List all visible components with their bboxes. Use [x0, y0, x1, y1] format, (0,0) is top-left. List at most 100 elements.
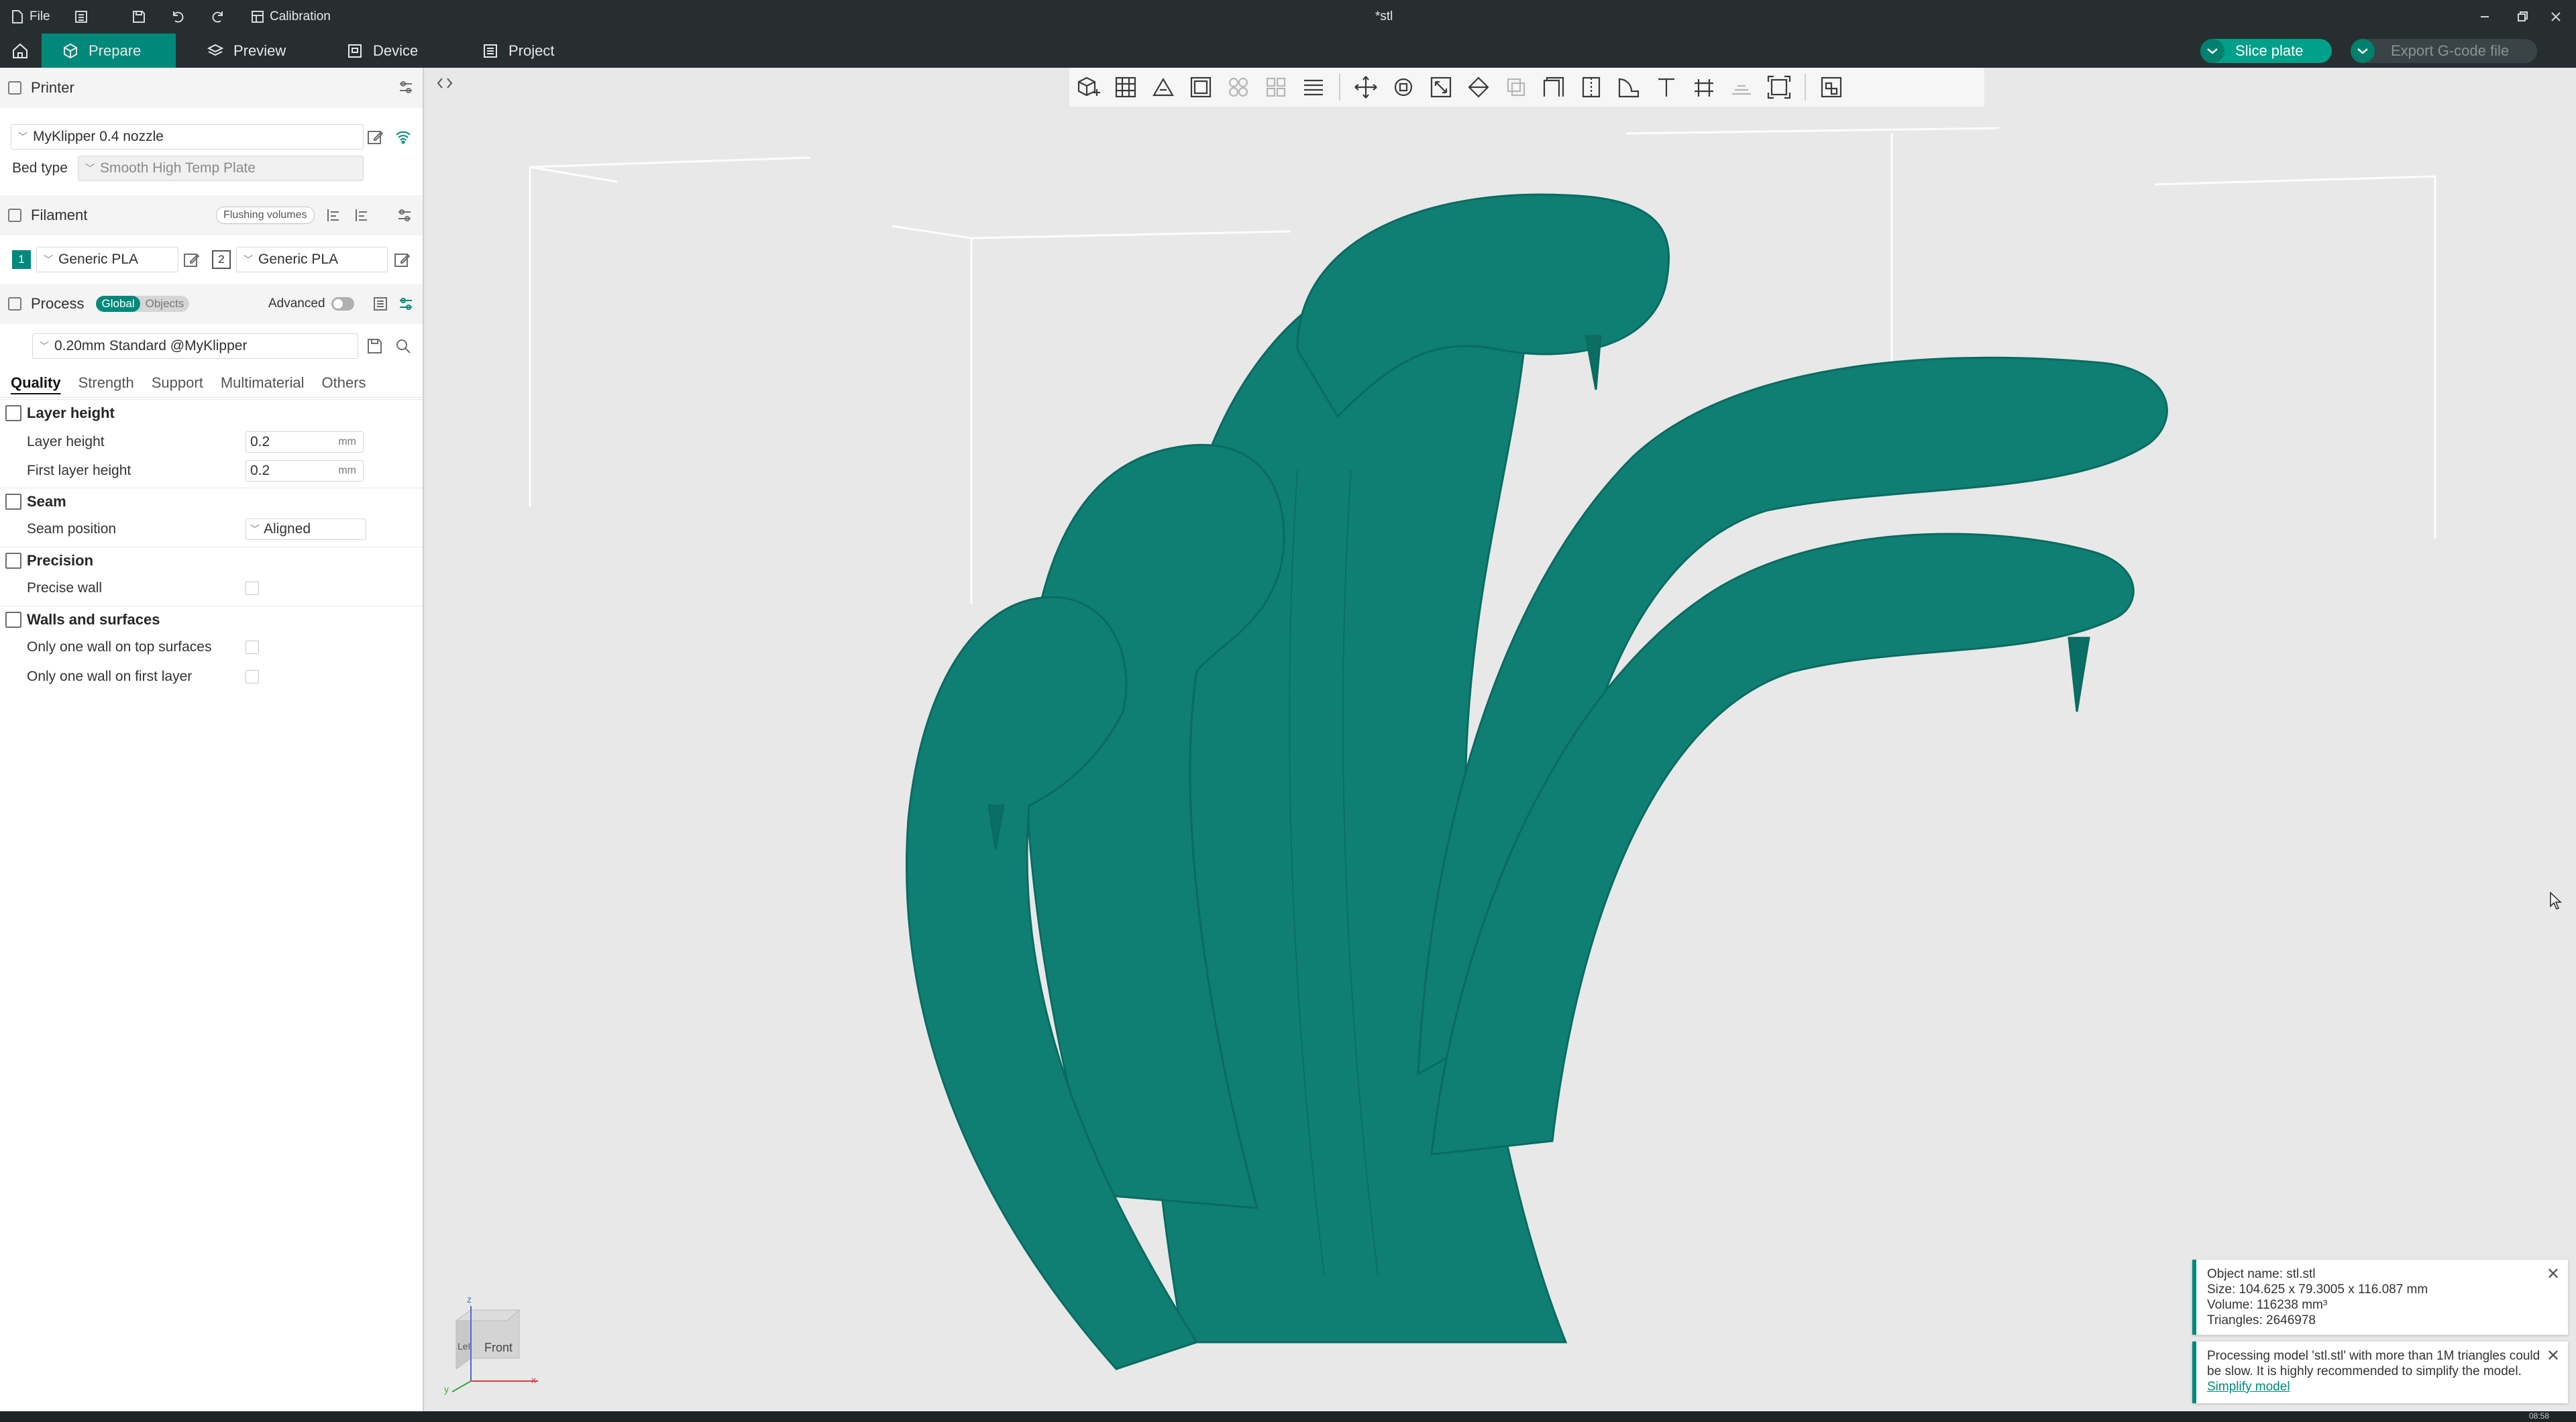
tab-project[interactable]: Project	[462, 34, 574, 68]
home-button[interactable]	[0, 34, 40, 68]
seam-icon	[5, 493, 21, 510]
file-menu[interactable]: File	[11, 0, 50, 34]
edit-filament-1-icon[interactable]	[182, 251, 200, 268]
tab-preview[interactable]: Preview	[186, 34, 306, 68]
add-object-icon[interactable]	[1069, 68, 1107, 106]
add-filament-icon[interactable]	[325, 207, 342, 224]
filament-slot-1-select[interactable]: ﹀ Generic PLA	[36, 247, 178, 272]
menu-icon[interactable]	[74, 0, 89, 34]
simplify-model-link[interactable]: Simplify model	[2207, 1380, 2290, 1394]
split-objects-icon[interactable]	[1220, 68, 1257, 106]
lay-on-face-icon[interactable]	[1460, 68, 1497, 106]
process-settings-icon[interactable]	[397, 295, 415, 313]
assembly-icon[interactable]	[1723, 68, 1760, 106]
process-preset-select[interactable]: ﹀ 0.20mm Standard @MyKlipper	[32, 333, 358, 359]
filament-slot-1-badge[interactable]: 1	[12, 250, 31, 269]
3d-viewport[interactable]: Front Left z x y	[425, 68, 2576, 1411]
tab-strength[interactable]: Strength	[78, 374, 134, 392]
chevron-down-icon: ﹀	[40, 341, 49, 351]
precision-icon	[5, 552, 21, 569]
scale-icon[interactable]	[1422, 68, 1460, 106]
tab-multimaterial[interactable]: Multimaterial	[221, 374, 305, 392]
move-icon[interactable]	[1347, 68, 1385, 106]
filament-slot-1-name: Generic PLA	[58, 252, 139, 267]
process-compare-icon[interactable]	[372, 295, 389, 313]
object-name-text: Object name: stl.stl	[2207, 1267, 2316, 1281]
one-wall-first-checkbox[interactable]	[246, 670, 259, 683]
slice-dropdown-icon[interactable]	[2200, 39, 2224, 63]
precise-wall-checkbox[interactable]	[246, 582, 259, 595]
edit-filament-2-icon[interactable]	[393, 251, 411, 268]
remove-filament-icon[interactable]	[353, 207, 370, 224]
flushing-volumes-button[interactable]: Flushing volumes	[216, 207, 315, 224]
advanced-toggle[interactable]	[331, 297, 354, 311]
layer-height-input[interactable]: 0.2 mm	[246, 431, 364, 453]
save-icon[interactable]	[131, 0, 146, 34]
assembly-view-icon[interactable]	[1813, 68, 1850, 106]
object-triangles-text: Triangles: 2646978	[2207, 1313, 2316, 1327]
layers-editing-icon[interactable]	[1295, 68, 1332, 106]
layer-height-value: 0.2	[250, 434, 270, 449]
calibration-menu[interactable]: Calibration	[251, 0, 331, 34]
slice-plate-button[interactable]: Slice plate	[2200, 39, 2332, 63]
cut-icon[interactable]	[1497, 68, 1535, 106]
object-info-panel: Object name: stl.stl Size: 104.625 x 79.…	[2192, 1260, 2568, 1335]
filament-section-header: Filament Flushing volumes	[0, 195, 423, 235]
grid-icon[interactable]	[1107, 68, 1144, 106]
fullscreen-icon[interactable]	[1760, 68, 1798, 106]
minimize-icon[interactable]	[2478, 0, 2491, 34]
tab-support[interactable]: Support	[152, 374, 203, 392]
printer-section-label: Printer	[31, 79, 74, 96]
split-parts-icon[interactable]	[1257, 68, 1295, 106]
seam-painting-icon[interactable]	[1572, 68, 1610, 106]
objects-option[interactable]: Objects	[140, 296, 190, 312]
printer-select[interactable]: ﹀ MyKlipper 0.4 nozzle	[11, 124, 364, 150]
close-icon[interactable]	[2549, 0, 2563, 34]
warning-text: Processing model 'stl.stl' with more tha…	[2207, 1349, 2540, 1378]
bed-type-select[interactable]: ﹀ Smooth High Temp Plate	[78, 156, 364, 181]
seam-position-select[interactable]: ﹀ Aligned	[246, 518, 366, 540]
global-option[interactable]: Global	[96, 296, 140, 312]
view-cube-front-label: Front	[484, 1341, 513, 1354]
first-layer-height-input[interactable]: 0.2 mm	[246, 460, 364, 482]
filament-slot-2-badge[interactable]: 2	[212, 250, 231, 269]
tab-others[interactable]: Others	[322, 374, 366, 392]
export-dropdown-icon[interactable]	[2351, 39, 2375, 63]
global-objects-toggle[interactable]: Global Objects	[96, 296, 190, 312]
export-gcode-button[interactable]: Export G-code file	[2351, 39, 2537, 63]
layer-height-icon	[5, 404, 21, 421]
restore-icon[interactable]	[2516, 0, 2529, 34]
arrange-icon[interactable]	[1182, 68, 1220, 106]
first-layer-height-label: First layer height	[27, 463, 131, 478]
tab-project-label: Project	[508, 42, 555, 59]
tab-quality[interactable]: Quality	[11, 374, 61, 392]
printer-settings-icon[interactable]	[397, 78, 415, 96]
rotate-icon[interactable]	[1385, 68, 1422, 106]
tab-prepare[interactable]: Prepare	[42, 34, 176, 68]
search-icon[interactable]	[394, 337, 412, 355]
redo-icon[interactable]	[211, 0, 225, 34]
variable-layer-icon[interactable]	[1610, 68, 1648, 106]
auto-orient-icon[interactable]	[1144, 68, 1182, 106]
wifi-icon[interactable]	[394, 128, 412, 146]
support-painting-icon[interactable]	[1535, 68, 1572, 106]
measure-icon[interactable]	[1685, 68, 1723, 106]
view-cube[interactable]: Front Left z x y	[444, 1294, 551, 1394]
tab-device[interactable]: Device	[326, 34, 438, 68]
bed-type-label: Bed type	[12, 160, 68, 176]
model-render[interactable]	[425, 68, 2576, 1411]
chevron-down-icon: ﹀	[44, 254, 53, 265]
text-icon[interactable]	[1648, 68, 1685, 106]
filament-settings-icon[interactable]	[396, 207, 413, 224]
undo-icon[interactable]	[170, 0, 185, 34]
layer-height-unit: mm	[338, 436, 356, 447]
close-warning-icon[interactable]: ✕	[2546, 1348, 2560, 1364]
edit-printer-icon[interactable]	[366, 128, 384, 146]
close-info-icon[interactable]: ✕	[2546, 1266, 2560, 1282]
seam-group: Seam	[0, 488, 423, 514]
save-preset-icon[interactable]	[366, 337, 384, 355]
filament-slot-2-select[interactable]: ﹀ Generic PLA	[236, 247, 388, 272]
one-wall-top-checkbox[interactable]	[246, 641, 259, 654]
view-cube-x-label: x	[531, 1374, 536, 1385]
process-section-label: Process	[31, 295, 85, 312]
